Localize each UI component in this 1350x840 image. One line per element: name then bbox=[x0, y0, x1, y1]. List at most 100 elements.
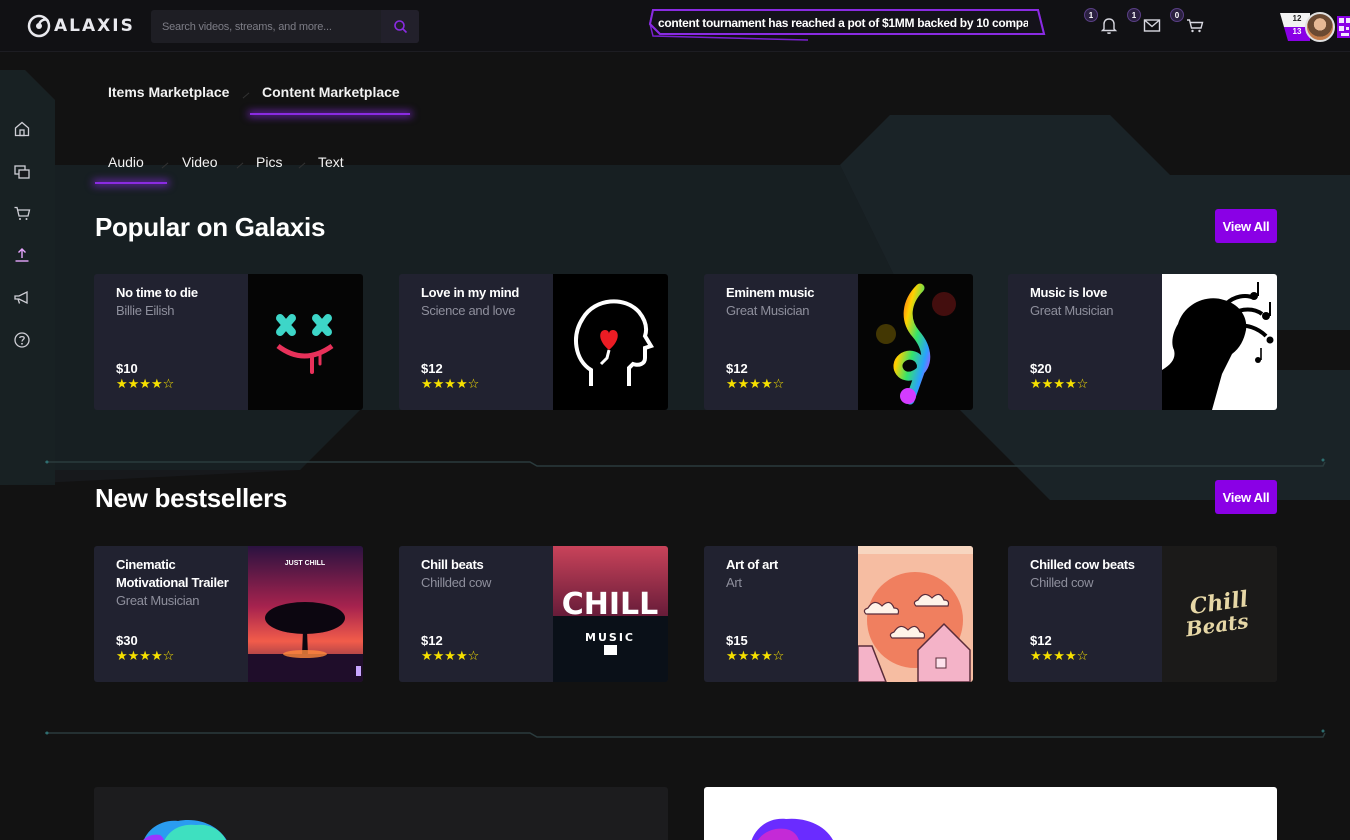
tab-separator bbox=[298, 162, 306, 169]
product-card[interactable]: No time to die Billie Eilish $10 ★★★★☆ bbox=[94, 274, 363, 410]
card-title: Art of art bbox=[726, 557, 778, 572]
cart-icon bbox=[14, 206, 31, 220]
active-subtab-indicator bbox=[95, 182, 167, 184]
marketplace-tabs: Items Marketplace Content Marketplace bbox=[95, 80, 435, 120]
tab-video[interactable]: Video bbox=[182, 154, 218, 170]
rating-stars: ★★★★☆ bbox=[116, 649, 175, 664]
card-artist: Art bbox=[726, 575, 742, 590]
treble-clef-artwork bbox=[858, 274, 973, 410]
sidebar-item-upload[interactable] bbox=[10, 243, 34, 267]
product-card[interactable]: Chill beats Chillded cow $12 ★★★★☆ CHILL… bbox=[399, 546, 668, 682]
card-artist: Great Musician bbox=[116, 593, 200, 608]
messages-button[interactable]: 1 bbox=[1127, 8, 1165, 38]
tab-text[interactable]: Text bbox=[318, 154, 344, 170]
search-icon bbox=[393, 20, 407, 34]
tab-items-marketplace[interactable]: Items Marketplace bbox=[108, 84, 229, 100]
section-divider bbox=[45, 729, 1326, 738]
rating-stars: ★★★★☆ bbox=[116, 377, 175, 392]
art-caption: CHILL bbox=[562, 587, 659, 622]
sidebar-item-help[interactable] bbox=[10, 328, 34, 352]
music-silhouette-artwork bbox=[1162, 274, 1277, 410]
background-shapes bbox=[0, 70, 1350, 500]
logo-text: ALAXIS bbox=[54, 16, 135, 36]
card-artist: Chilled cow bbox=[1030, 575, 1094, 590]
help-icon bbox=[14, 332, 30, 348]
card-title: Chill beats bbox=[421, 557, 484, 572]
upload-icon bbox=[15, 248, 29, 262]
art-caption: JUST CHILL bbox=[285, 560, 326, 567]
search-button[interactable] bbox=[381, 10, 419, 43]
product-card[interactable]: Art of art Art $15 ★★★★☆ bbox=[704, 546, 973, 682]
product-card[interactable]: Music is love Great Musician $20 ★★★★☆ bbox=[1008, 274, 1277, 410]
card-title: Eminem music bbox=[726, 285, 815, 300]
view-all-bestsellers-button[interactable]: View All bbox=[1215, 480, 1277, 514]
avatar[interactable] bbox=[1305, 12, 1335, 42]
tree-sunset-artwork: JUST CHILL bbox=[248, 546, 363, 682]
card-artist: Billie Eilish bbox=[116, 303, 175, 318]
chill-music-artwork: CHILL MUSIC bbox=[553, 546, 668, 682]
card-title: Cinematic Motivational Trailer bbox=[116, 557, 229, 590]
profile-area[interactable]: 12 13 bbox=[1280, 10, 1350, 44]
card-title: Music is love bbox=[1030, 285, 1108, 300]
promo-panel-left[interactable] bbox=[94, 787, 668, 840]
sidebar-item-promote[interactable] bbox=[10, 286, 34, 310]
clouds-artwork bbox=[858, 546, 973, 682]
card-price: $15 bbox=[726, 633, 748, 648]
bestsellers-card-row: Cinematic Motivational Trailer Great Mus… bbox=[94, 546, 1278, 682]
promo-panel-right[interactable] bbox=[704, 787, 1277, 840]
bell-icon bbox=[1100, 18, 1118, 34]
product-card[interactable]: Cinematic Motivational Trailer Great Mus… bbox=[94, 546, 363, 682]
product-card[interactable]: Eminem music Great Musician $12 ★★★★☆ bbox=[704, 274, 973, 410]
sidebar-item-home[interactable] bbox=[10, 117, 34, 141]
sidebar-item-gallery[interactable] bbox=[10, 160, 34, 184]
notifications-button[interactable]: 1 bbox=[1084, 8, 1122, 38]
qr-code-icon[interactable] bbox=[1337, 16, 1350, 38]
card-price: $12 bbox=[726, 361, 748, 376]
level-next: 13 bbox=[1292, 27, 1302, 36]
section-title-popular: Popular on Galaxis bbox=[95, 212, 326, 242]
product-card[interactable]: Chilled cow beats Chilled cow $12 ★★★★☆ … bbox=[1008, 546, 1277, 682]
rating-stars: ★★★★☆ bbox=[421, 377, 480, 392]
logo-g-icon bbox=[27, 14, 51, 38]
tab-content-marketplace[interactable]: Content Marketplace bbox=[262, 84, 400, 100]
card-title: Love in my mind bbox=[421, 285, 520, 300]
ticker-text: content tournament has reached a pot of … bbox=[658, 16, 1028, 30]
tab-audio[interactable]: Audio bbox=[108, 154, 144, 170]
card-artist: Science and love bbox=[421, 303, 516, 318]
galaxis-logo[interactable]: ALAXIS bbox=[26, 12, 135, 40]
card-title: No time to die bbox=[116, 285, 198, 300]
top-bar: ALAXIS content tournament has reached a … bbox=[0, 0, 1350, 52]
active-tab-indicator bbox=[250, 113, 410, 115]
head-heart-artwork bbox=[553, 274, 668, 410]
card-price: $12 bbox=[421, 361, 443, 376]
card-title: Chilled cow beats bbox=[1030, 557, 1135, 572]
card-price: $30 bbox=[116, 633, 138, 648]
card-price: $10 bbox=[116, 361, 138, 376]
section-title-bestsellers: New bestsellers bbox=[95, 483, 288, 513]
cart-button[interactable]: 0 bbox=[1170, 8, 1208, 38]
card-artist: Great Musician bbox=[1030, 303, 1114, 318]
search-bar bbox=[151, 10, 419, 43]
tab-separator bbox=[236, 162, 244, 169]
search-input[interactable] bbox=[151, 20, 381, 33]
megaphone-icon bbox=[14, 290, 28, 305]
smiley-artwork bbox=[248, 274, 363, 410]
sidebar-item-marketplace[interactable] bbox=[10, 201, 34, 225]
card-artist: Great Musician bbox=[726, 303, 810, 318]
product-card[interactable]: Love in my mind Science and love $12 ★★★… bbox=[399, 274, 668, 410]
view-all-popular-button[interactable]: View All bbox=[1215, 209, 1277, 243]
section-divider bbox=[45, 458, 1326, 467]
rating-stars: ★★★★☆ bbox=[421, 649, 480, 664]
shopping-cart-icon bbox=[1187, 19, 1204, 33]
tab-separator bbox=[161, 162, 169, 169]
popular-card-row: No time to die Billie Eilish $10 ★★★★☆ L… bbox=[94, 274, 1278, 410]
card-artist: Chillded cow bbox=[421, 575, 492, 590]
content-type-tabs: Audio Video Pics Text bbox=[95, 150, 365, 190]
chill-beats-artwork: Chill Beats bbox=[1162, 546, 1277, 682]
notifications-badge: 1 bbox=[1084, 8, 1098, 22]
rating-stars: ★★★★☆ bbox=[726, 377, 785, 392]
messages-badge: 1 bbox=[1127, 8, 1141, 22]
rating-stars: ★★★★☆ bbox=[1030, 649, 1089, 664]
art-caption-2: MUSIC bbox=[585, 631, 635, 644]
tab-pics[interactable]: Pics bbox=[256, 154, 282, 170]
